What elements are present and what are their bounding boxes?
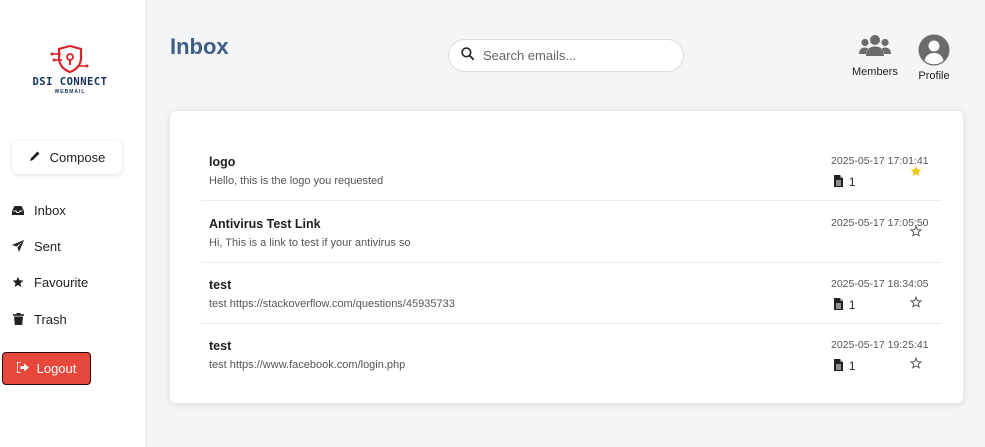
paper-plane-icon: [12, 240, 24, 252]
sidebar-item-trash[interactable]: Trash: [12, 308, 67, 330]
sidebar-item-inbox[interactable]: Inbox: [12, 199, 66, 221]
star-outline-icon[interactable]: [909, 356, 923, 370]
trash-icon: [12, 313, 24, 325]
members-button[interactable]: Members: [852, 34, 898, 78]
star-icon[interactable]: [909, 164, 923, 178]
attachment-count: 1: [849, 360, 856, 373]
logo-subtitle: WEBMAIL: [54, 89, 86, 95]
page-title: Inbox: [170, 34, 229, 59]
email-row[interactable]: test test https://www.facebook.com/login…: [201, 323, 941, 385]
search-input[interactable]: [483, 48, 673, 63]
attachment-count: 1: [849, 299, 856, 312]
file-icon: [834, 298, 843, 313]
attachment-indicator: 1: [834, 298, 855, 313]
email-subject: Antivirus Test Link: [209, 217, 321, 231]
email-list: logo Hello, this is the logo you request…: [170, 111, 963, 403]
search-bar: [448, 39, 684, 72]
email-subject: logo: [209, 155, 236, 169]
users-icon: [858, 34, 891, 63]
members-label: Members: [852, 66, 898, 78]
star-outline-icon[interactable]: [909, 295, 923, 309]
search-icon: [461, 46, 475, 65]
email-preview: test https://www.facebook.com/login.php: [209, 359, 406, 371]
sidebar-item-sent[interactable]: Sent: [12, 235, 61, 257]
email-subject: test: [209, 278, 232, 292]
compose-button[interactable]: Compose: [12, 141, 122, 174]
email-date: 2025-05-17 19:25:41: [831, 339, 929, 351]
email-row[interactable]: Antivirus Test Link Hi, This is a link t…: [201, 201, 941, 263]
attachment-count: 1: [849, 176, 856, 189]
email-date: 2025-05-17 18:34:05: [831, 278, 929, 290]
sign-out-icon: [15, 361, 29, 376]
email-subject: test: [209, 339, 232, 353]
shield-logo-icon: [50, 44, 89, 74]
app-logo: DSI CONNECT WEBMAIL: [24, 44, 116, 108]
sidebar-item-label: Sent: [34, 238, 61, 254]
user-circle-icon: [918, 34, 950, 71]
file-icon: [834, 175, 843, 190]
profile-button[interactable]: Profile: [918, 34, 950, 82]
profile-label: Profile: [918, 70, 950, 82]
star-icon: [12, 276, 24, 288]
logout-label: Logout: [36, 361, 77, 376]
sidebar-item-label: Trash: [34, 311, 67, 327]
star-outline-icon[interactable]: [909, 224, 923, 238]
inbox-icon: [12, 204, 24, 216]
attachment-indicator: 1: [834, 359, 855, 374]
email-row[interactable]: test test https://stackoverflow.com/ques…: [201, 262, 941, 324]
file-icon: [834, 359, 843, 374]
email-row[interactable]: logo Hello, this is the logo you request…: [201, 139, 941, 201]
pencil-icon: [29, 150, 41, 165]
sidebar-item-label: Favourite: [34, 274, 89, 290]
logo-title: DSI CONNECT: [32, 76, 108, 88]
logout-button[interactable]: Logout: [2, 352, 91, 385]
attachment-indicator: 1: [834, 175, 855, 190]
email-preview: Hello, this is the logo you requested: [209, 175, 384, 187]
compose-label: Compose: [49, 150, 106, 165]
sidebar: DSI CONNECT WEBMAIL Compose Inbox Sent F…: [0, 0, 146, 447]
email-preview: Hi, This is a link to test if your antiv…: [209, 237, 411, 249]
sidebar-item-favourite[interactable]: Favourite: [12, 271, 88, 293]
email-preview: test https://stackoverflow.com/questions…: [209, 298, 455, 310]
sidebar-item-label: Inbox: [34, 202, 66, 218]
